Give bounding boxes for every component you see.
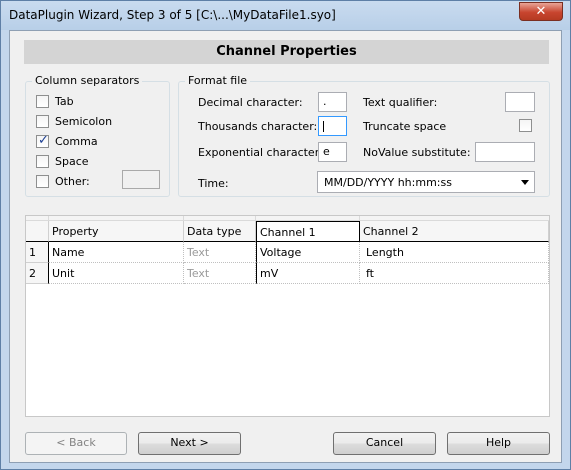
truncate-space-label: Truncate space — [363, 120, 447, 133]
help-button[interactable]: Help — [447, 432, 550, 455]
back-button[interactable]: < Back — [25, 432, 127, 455]
cell-property[interactable]: Name — [49, 242, 184, 263]
truncate-space-checkbox[interactable] — [519, 119, 532, 132]
semicolon-checkbox[interactable] — [36, 115, 49, 128]
cell-channel-1[interactable]: mV — [256, 263, 360, 284]
close-button[interactable]: ✕ — [519, 2, 563, 21]
channel-properties-grid: Property Data type Channel 1 Channel 2 1… — [25, 215, 550, 417]
check-icon: ✓ — [38, 133, 49, 148]
cell-property[interactable]: Unit — [49, 263, 184, 284]
text-qualifier-input[interactable] — [505, 92, 535, 112]
text-qualifier-label: Text qualifier: — [363, 96, 438, 109]
comma-checkbox[interactable]: ✓ — [36, 133, 49, 148]
decimal-character-label: Decimal character: — [198, 96, 303, 109]
window-title: DataPlugin Wizard, Step 3 of 5 [C:\...\M… — [9, 8, 336, 22]
time-label: Time: — [198, 177, 229, 190]
column-header-data-type[interactable]: Data type — [184, 221, 256, 242]
semicolon-label: Semicolon — [55, 115, 113, 128]
row-header-corner — [26, 221, 49, 242]
cell-channel-1[interactable]: Voltage — [256, 242, 360, 263]
next-button[interactable]: Next > — [138, 432, 241, 455]
column-header-property[interactable]: Property — [49, 221, 184, 242]
cell-channel-2[interactable]: ft — [360, 263, 549, 284]
column-separators-legend: Column separators — [32, 74, 143, 87]
row-number: 2 — [26, 263, 49, 284]
decimal-character-input[interactable]: . — [318, 92, 347, 112]
cell-channel-2[interactable]: Length — [360, 242, 549, 263]
exponential-character-input[interactable]: e — [318, 142, 347, 162]
format-file-legend: Format file — [185, 74, 251, 87]
title-bar[interactable]: DataPlugin Wizard, Step 3 of 5 [C:\...\M… — [1, 1, 570, 30]
wizard-client-area: Channel Properties Column separators Tab… — [9, 30, 562, 463]
column-header-channel-2[interactable]: Channel 2 — [360, 221, 549, 242]
chevron-down-icon[interactable] — [521, 180, 529, 185]
table-row[interactable]: 1 Name Text Voltage Length — [26, 242, 549, 263]
tab-label: Tab — [55, 95, 74, 108]
time-format-value: MM/DD/YYYY hh:mm:ss — [324, 176, 452, 189]
thousands-character-label: Thousands character: — [198, 120, 318, 133]
row-number: 1 — [26, 242, 49, 263]
comma-label: Comma — [55, 135, 98, 148]
time-format-dropdown[interactable]: MM/DD/YYYY hh:mm:ss — [317, 171, 535, 193]
text-caret — [323, 120, 324, 132]
other-checkbox[interactable] — [36, 175, 49, 188]
cancel-button[interactable]: Cancel — [333, 432, 436, 455]
tab-checkbox[interactable] — [36, 95, 49, 108]
space-checkbox[interactable] — [36, 155, 49, 168]
other-label: Other: — [55, 175, 90, 188]
wizard-window: DataPlugin Wizard, Step 3 of 5 [C:\...\M… — [0, 0, 571, 470]
page-title: Channel Properties — [216, 44, 357, 59]
table-row[interactable]: 2 Unit Text mV ft — [26, 263, 549, 284]
grid-header-row: Property Data type Channel 1 Channel 2 — [26, 221, 549, 242]
exponential-character-label: Exponential character: — [198, 146, 323, 159]
column-header-channel-1[interactable]: Channel 1 — [256, 221, 360, 242]
other-separator-field — [122, 170, 160, 189]
header-band: Channel Properties — [24, 40, 549, 64]
thousands-character-input[interactable] — [318, 116, 347, 136]
novalue-substitute-input[interactable] — [475, 142, 535, 162]
cell-data-type[interactable]: Text — [184, 242, 256, 263]
space-label: Space — [55, 155, 89, 168]
cell-data-type[interactable]: Text — [184, 263, 256, 284]
novalue-substitute-label: NoValue substitute: — [363, 146, 471, 159]
